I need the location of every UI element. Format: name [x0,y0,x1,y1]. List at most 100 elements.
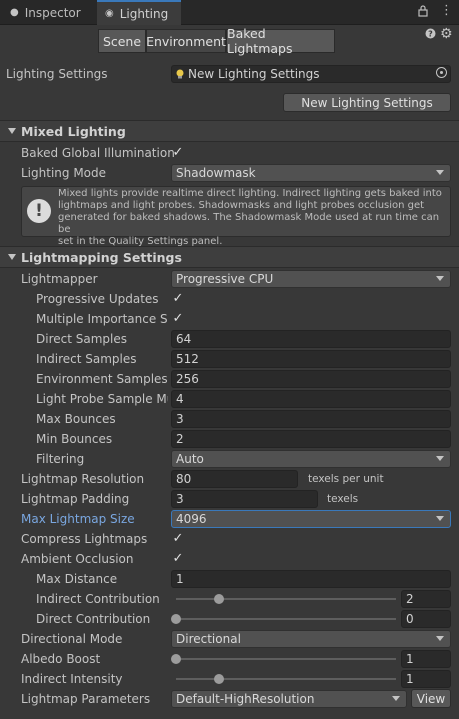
chevron-down-icon [436,276,444,281]
lightbulb-icon: ◉ [105,8,114,19]
chevron-down-icon [436,516,444,521]
indirect-contribution-slider-track[interactable] [176,598,396,600]
direct-contribution-slider-track[interactable] [176,618,396,620]
lighting-settings-label: Lighting Settings [6,67,108,81]
progressive-updates-label: Progressive Updates [36,292,159,306]
subtab-scene[interactable]: Scene [98,29,146,53]
compress-lightmaps-checkbox[interactable]: ✓ [171,532,185,546]
light-probe-mul-field[interactable]: 4 [171,390,451,408]
lightmapper-value: Progressive CPU [176,272,274,286]
albedo-boost-slider-thumb[interactable] [171,654,181,664]
help-text: Mixed lights provide realtime direct lig… [58,188,442,247]
lightmap-resolution-label: Lightmap Resolution [21,472,145,486]
indirect-intensity-slider-track[interactable] [176,678,396,680]
tab-inspector-label: Inspector [24,5,81,20]
foldout-arrow-icon [8,254,16,260]
max-distance-field[interactable]: 1 [171,570,451,588]
ambient-occlusion-label: Ambient Occlusion [21,552,134,566]
indirect-intensity-slider-thumb[interactable] [214,674,224,684]
lightmapper-label: Lightmapper [21,272,98,286]
indirect-intensity-field[interactable]: 1 [401,670,451,688]
svg-text:?: ? [428,30,433,39]
directional-mode-value: Directional [176,632,241,646]
mixed-lighting-help-box: ! Mixed lights provide realtime direct l… [21,186,451,247]
tab-inspector[interactable]: ● Inspector [0,0,92,25]
max-bounces-label: Max Bounces [36,412,116,426]
lightmap-parameters-dropdown[interactable]: Default-HighResolution [171,690,407,708]
chevron-down-icon [436,170,444,175]
chevron-down-icon [392,696,400,701]
direct-contribution-field[interactable]: 0 [401,610,451,628]
indirect-contribution-label: Indirect Contribution [36,592,160,606]
directional-mode-label: Directional Mode [21,632,123,646]
info-icon: ● [10,7,19,18]
albedo-boost-field[interactable]: 1 [401,650,451,668]
indirect-samples-label: Indirect Samples [36,352,137,366]
indirect-contribution-slider-thumb[interactable] [214,594,224,604]
directional-mode-dropdown[interactable]: Directional [171,630,451,648]
direct-samples-label: Direct Samples [36,332,127,346]
lighting-mode-dropdown[interactable]: Shadowmask [171,164,451,182]
max-lightmap-size-value: 4096 [176,512,207,526]
filtering-dropdown[interactable]: Auto [171,450,451,468]
min-bounces-field[interactable]: 2 [171,430,451,448]
settings-gear-icon[interactable]: ⚙ [440,26,453,42]
chevron-down-icon [436,636,444,641]
lightmapper-dropdown[interactable]: Progressive CPU [171,270,451,288]
object-picker-icon[interactable] [436,67,447,78]
ambient-occlusion-checkbox[interactable]: ✓ [171,552,185,566]
filtering-label: Filtering [36,452,85,466]
environment-samples-label: Environment Samples [36,372,168,386]
lightmap-padding-field[interactable]: 3 [171,490,318,508]
resolution-unit-label: texels per unit [308,473,384,485]
direct-contribution-label: Direct Contribution [36,612,151,626]
lightmap-parameters-value: Default-HighResolution [176,692,315,706]
lightmap-resolution-field[interactable]: 80 [171,470,298,488]
baked-gi-checkbox[interactable]: ✓ [171,146,185,160]
lock-icon[interactable] [418,5,428,20]
direct-samples-field[interactable]: 64 [171,330,451,348]
multiple-importance-checkbox[interactable]: ✓ [171,312,185,326]
window-tab-bar: ● Inspector ◉ Lighting ⋮ [0,0,459,25]
lightmapping-title: Lightmapping Settings [21,250,182,265]
view-button[interactable]: View [411,689,451,708]
lightmap-padding-label: Lightmap Padding [21,492,130,506]
indirect-contribution-field[interactable]: 2 [401,590,451,608]
compress-lightmaps-label: Compress Lightmaps [21,532,148,546]
baked-gi-label: Baked Global Illumination [21,146,175,160]
light-probe-mul-label: Light Probe Sample Mul [36,392,168,406]
max-lightmap-size-label: Max Lightmap Size [21,512,135,526]
more-menu-icon[interactable]: ⋮ [440,3,453,18]
tab-lighting-label: Lighting [119,6,169,21]
padding-unit-label: texels [327,493,359,505]
lighting-settings-asset-field[interactable]: New Lighting Settings [171,65,451,83]
lighting-mode-label: Lighting Mode [21,166,107,180]
chevron-down-icon [436,456,444,461]
max-distance-label: Max Distance [36,572,118,586]
multiple-importance-label: Multiple Importance Sar [36,312,168,326]
max-bounces-field[interactable]: 3 [171,410,451,428]
albedo-boost-label: Albedo Boost [21,652,101,666]
subtab-environment[interactable]: Environment [146,29,226,53]
lighting-mode-value: Shadowmask [176,166,256,180]
help-icon[interactable]: ? [425,28,436,42]
tab-lighting[interactable]: ◉ Lighting [97,0,181,25]
environment-samples-field[interactable]: 256 [171,370,451,388]
new-lighting-settings-button[interactable]: New Lighting Settings [283,93,451,112]
albedo-boost-slider-track[interactable] [176,658,396,660]
max-lightmap-size-dropdown[interactable]: 4096 [171,510,451,528]
direct-contribution-slider-thumb[interactable] [171,614,181,624]
progressive-updates-checkbox[interactable]: ✓ [171,292,185,306]
lightmapping-section-header[interactable]: Lightmapping Settings [0,246,459,268]
min-bounces-label: Min Bounces [36,432,113,446]
indirect-intensity-label: Indirect Intensity [21,672,123,686]
indirect-samples-field[interactable]: 512 [171,350,451,368]
lighting-settings-asset-icon [176,69,184,79]
mixed-lighting-title: Mixed Lighting [21,124,126,139]
filtering-value: Auto [176,452,204,466]
mixed-lighting-section-header[interactable]: Mixed Lighting [0,120,459,142]
lighting-settings-asset-value: New Lighting Settings [188,67,320,81]
warning-icon: ! [27,199,51,223]
subtab-baked-lightmaps[interactable]: Baked Lightmaps [226,26,335,56]
lightmap-parameters-label: Lightmap Parameters [21,692,151,706]
